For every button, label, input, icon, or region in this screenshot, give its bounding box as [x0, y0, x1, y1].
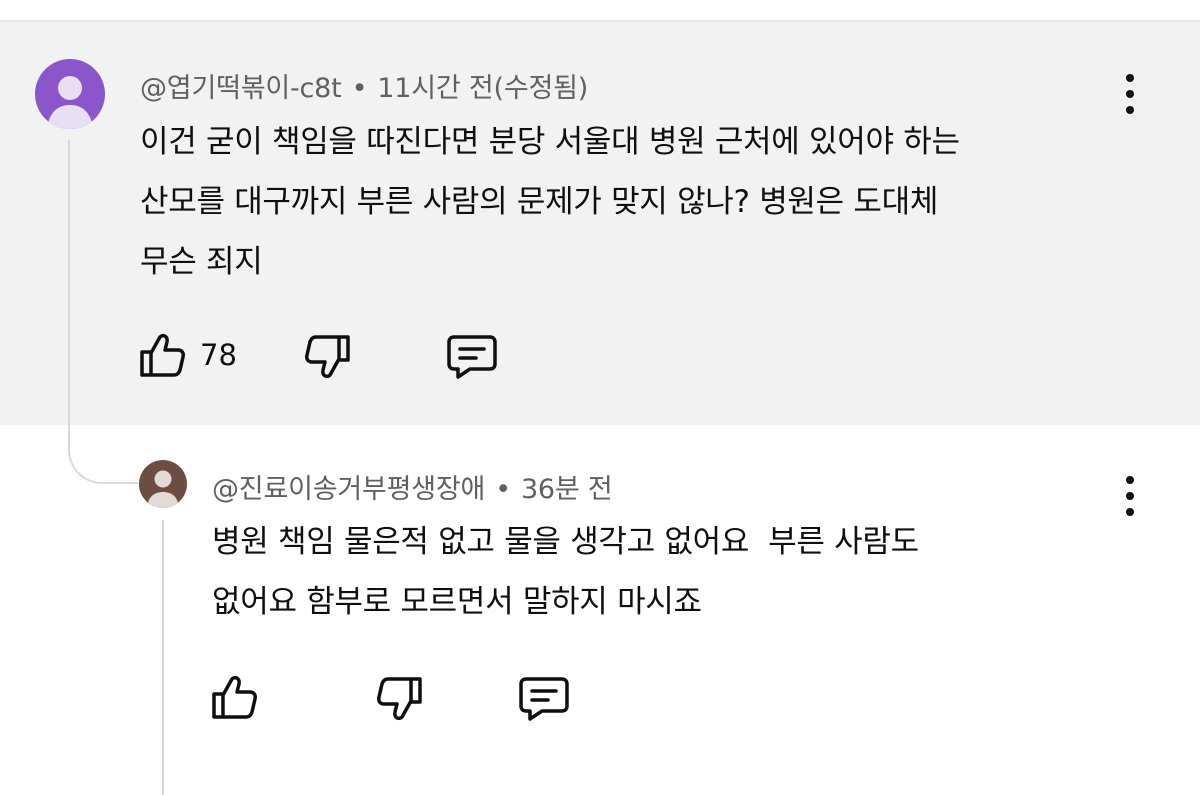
comment-meta: @엽기떡볶이-c8t • 11시간 전(수정됨) [140, 66, 588, 105]
thread-connector [68, 420, 138, 484]
author-name[interactable]: @진료이송거부평생장애 [212, 474, 485, 505]
comment-text: 병원 책임 물은적 없고 물을 생각고 없어요 부른 사람도 없어요 함부로 모… [212, 512, 1112, 632]
meta-separator: • [495, 474, 511, 505]
comment-reply-icon [519, 677, 569, 721]
reply-button[interactable] [518, 676, 570, 722]
comment-reply-icon [447, 335, 497, 379]
more-dot [1126, 90, 1134, 98]
more-options-button[interactable] [1120, 476, 1140, 516]
comment-text-line: 무슨 죄지 [140, 244, 263, 280]
reply-button[interactable] [446, 334, 498, 380]
avatar[interactable] [35, 59, 105, 129]
like-count: 78 [200, 338, 237, 372]
author-name[interactable]: @엽기떡볶이-c8t [140, 73, 342, 104]
thumbs-up-icon [140, 333, 185, 377]
more-vertical-icon [1126, 476, 1134, 484]
meta-separator: • [351, 73, 368, 104]
dislike-button[interactable] [304, 334, 352, 380]
comment-time[interactable]: 36분 전 [521, 474, 613, 505]
more-options-button[interactable] [1120, 74, 1140, 114]
comment-text-line: 산모를 대구까지 부른 사람의 문제가 맞지 않나? 병원은 도대체 [140, 184, 939, 220]
comment-text-line: 없어요 함부로 모르면서 말하지 마시죠 [212, 584, 702, 620]
more-dot [1126, 106, 1134, 114]
avatar[interactable] [139, 460, 187, 508]
comment-text-line: 병원 책임 물은적 없고 물을 생각고 없어요 부른 사람도 [212, 524, 919, 560]
more-dot [1126, 492, 1134, 500]
comment-text: 이건 굳이 책임을 따진다면 분당 서울대 병원 근처에 있어야 하는 산모를 … [140, 112, 1140, 292]
thumbs-down-icon [377, 677, 422, 721]
more-dot [1126, 508, 1134, 516]
top-divider [0, 0, 1200, 22]
thumbs-up-icon [212, 675, 257, 719]
like-button[interactable]: 78 [138, 332, 237, 378]
comment-time[interactable]: 11시간 전(수정됨) [377, 73, 588, 104]
thread-line [68, 140, 70, 440]
dislike-button[interactable] [376, 676, 424, 722]
thumbs-down-icon [305, 335, 350, 379]
thread-line [162, 520, 164, 795]
like-button[interactable] [210, 674, 258, 720]
comment-text-line: 이건 굳이 책임을 따진다면 분당 서울대 병원 근처에 있어야 하는 [140, 124, 960, 160]
more-vertical-icon [1126, 74, 1134, 82]
comment-meta: @진료이송거부평생장애 • 36분 전 [212, 467, 613, 506]
